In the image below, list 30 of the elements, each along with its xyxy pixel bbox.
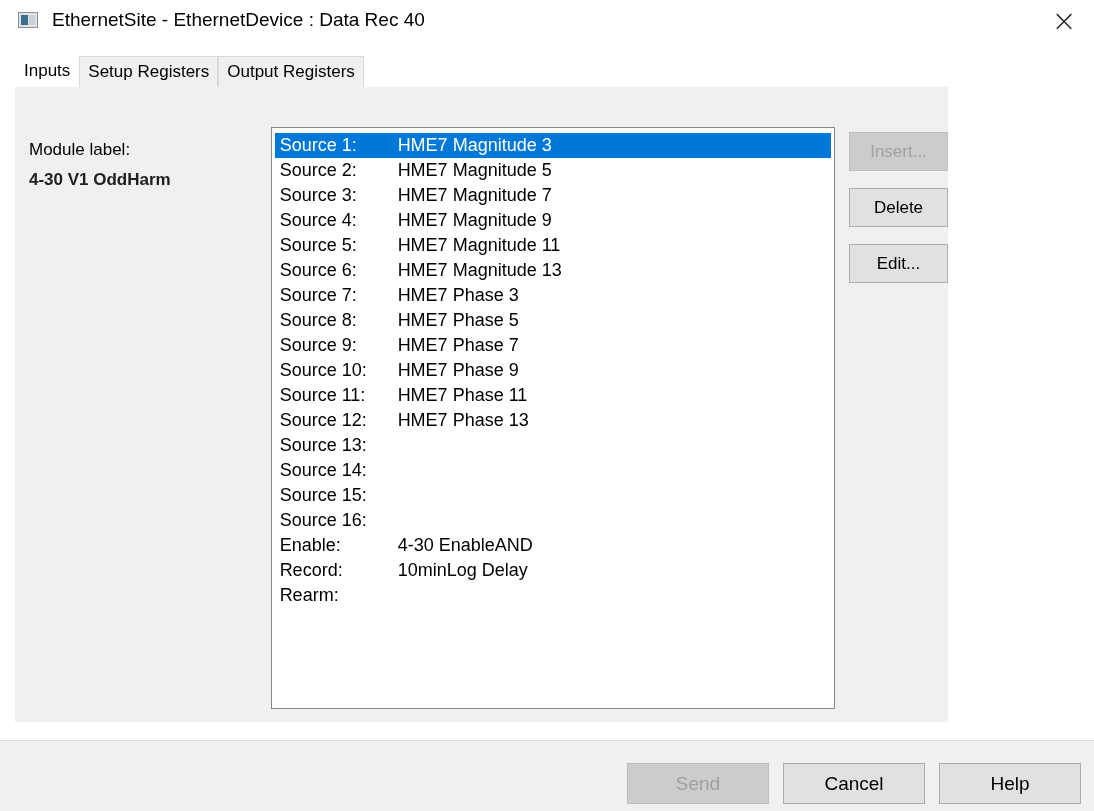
side-button[interactable]: Edit... <box>849 244 948 283</box>
module-label: Module label: <box>29 140 132 160</box>
list-item[interactable]: Source 7: HME7 Phase 3 <box>274 283 831 308</box>
tab[interactable]: Setup Registers <box>79 56 219 87</box>
list-item[interactable]: Source 4: HME7 Magnitude 9 <box>274 208 831 233</box>
list-item[interactable]: Source 9: HME7 Phase 7 <box>274 333 831 358</box>
list-item[interactable]: Source 6: HME7 Magnitude 13 <box>274 258 831 283</box>
app-icon <box>18 12 38 28</box>
list-item[interactable]: Rearm: <box>274 583 831 608</box>
list-item[interactable]: Source 14: <box>274 458 831 483</box>
close-button[interactable]: × <box>1034 0 1094 40</box>
list-item[interactable]: Source 13: <box>274 433 831 458</box>
tab[interactable]: Output Registers <box>218 56 364 87</box>
list-item[interactable]: Source 10: HME7 Phase 9 <box>274 358 831 383</box>
list-item[interactable]: Source 11: HME7 Phase 11 <box>274 383 831 408</box>
list-item[interactable]: Enable: 4-30 EnableAND <box>274 533 831 558</box>
list-item[interactable]: Source 1: HME7 Magnitude 3 <box>274 133 831 158</box>
dialog-button[interactable]: Cancel <box>783 763 925 804</box>
list-item[interactable]: Source 15: <box>274 483 831 508</box>
list-item[interactable]: Source 2: HME7 Magnitude 5 <box>274 158 831 183</box>
module-name: 4-30 V1 OddHarm <box>29 170 172 190</box>
list-item[interactable]: Record: 10minLog Delay <box>274 558 831 583</box>
list-item[interactable]: Source 3: HME7 Magnitude 7 <box>274 183 831 208</box>
dialog-button[interactable]: Help <box>939 763 1081 804</box>
list-item[interactable]: Source 5: HME7 Magnitude 11 <box>274 233 831 258</box>
side-button[interactable]: Delete <box>849 188 948 227</box>
list-item[interactable]: Source 8: HME7 Phase 5 <box>274 308 831 333</box>
list-item[interactable]: Source 16: <box>274 508 831 533</box>
list-item[interactable]: Source 12: HME7 Phase 13 <box>274 408 831 433</box>
window-title: EthernetSite - EthernetDevice : Data Rec 40 <box>52 9 426 31</box>
